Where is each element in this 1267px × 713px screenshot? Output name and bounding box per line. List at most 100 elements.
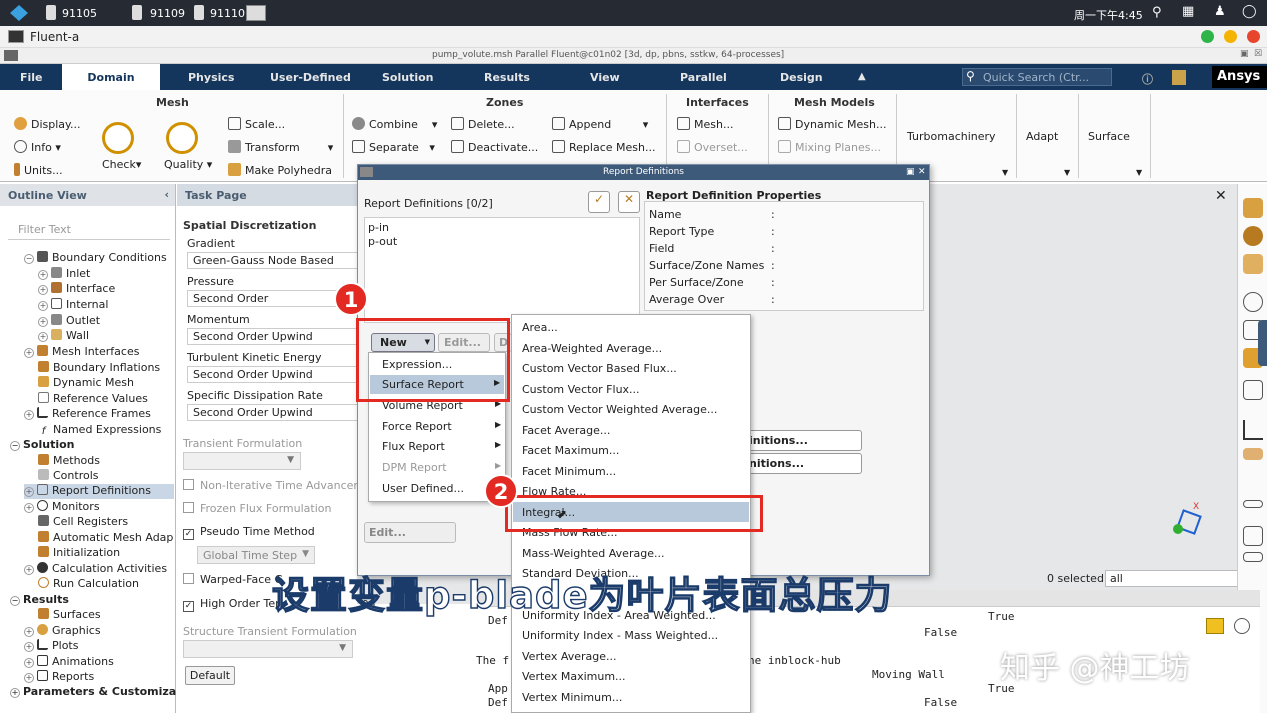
chat-icon[interactable]: ◯ xyxy=(1242,4,1257,19)
tree-item-controls[interactable]: Controls xyxy=(38,469,99,482)
default-button[interactable]: Default xyxy=(185,666,235,685)
expand-icon[interactable]: + xyxy=(10,688,20,698)
notes-icon[interactable] xyxy=(1172,70,1186,85)
help-icon[interactable]: ⓘ xyxy=(1142,71,1153,87)
ansys-taskbar-icon[interactable] xyxy=(246,5,266,21)
tree-item-run-calculation[interactable]: Run Calculation xyxy=(38,577,139,590)
tree-item-outlet[interactable]: + Outlet xyxy=(38,314,100,327)
transform-button[interactable]: Transform ▾ xyxy=(228,140,333,154)
tree-item-mesh-interfaces[interactable]: + Mesh Interfaces xyxy=(24,345,139,358)
menu-item-custom-vector-based-flux[interactable]: Custom Vector Based Flux... xyxy=(522,362,677,375)
expand-icon[interactable]: + xyxy=(24,627,34,637)
tree-item-calculation-activities[interactable]: + Calculation Activities xyxy=(24,562,167,575)
expand-icon[interactable]: + xyxy=(24,642,34,652)
copy-icon[interactable] xyxy=(1243,526,1263,546)
info-icon[interactable] xyxy=(1234,618,1250,634)
search-input[interactable]: Quick Search (Ctr... xyxy=(983,71,1089,84)
tab-design[interactable]: Design xyxy=(780,71,823,84)
person-icon[interactable]: ♟ xyxy=(1214,4,1226,19)
interfaces-mesh-button[interactable]: Mesh... xyxy=(677,117,733,131)
collapse-icon[interactable]: − xyxy=(10,441,20,451)
mixing-planes-button[interactable]: Mixing Planes... xyxy=(778,140,881,154)
menu-item-mass-weighted-average[interactable]: Mass-Weighted Average... xyxy=(522,547,664,560)
units-button[interactable]: Units... xyxy=(14,163,63,177)
files-definitions-button[interactable]: nitions... xyxy=(744,453,862,474)
structure-select[interactable]: ▼ xyxy=(183,640,353,658)
expand-icon[interactable]: + xyxy=(24,348,34,358)
view-fit-icon[interactable] xyxy=(1243,198,1263,218)
tree-item-monitors[interactable]: + Monitors xyxy=(24,500,100,513)
tree-item-results[interactable]: − Results xyxy=(10,593,69,606)
undo-view-icon[interactable] xyxy=(1243,380,1263,400)
dynamic-mesh-button[interactable]: Dynamic Mesh... xyxy=(778,117,886,131)
maximize-button[interactable] xyxy=(1224,30,1237,43)
tree-item-cell-registers[interactable]: Cell Registers xyxy=(38,515,128,528)
menu-item-flux-report[interactable]: Flux Report xyxy=(382,440,445,453)
menu-item-force-report[interactable]: Force Report xyxy=(382,420,452,433)
tree-item-boundary-conditions[interactable]: − Boundary Conditions xyxy=(24,251,167,264)
tree-item-plots[interactable]: + Plots xyxy=(24,639,78,652)
tab-user-defined[interactable]: User-Defined xyxy=(270,71,351,84)
expand-icon[interactable]: + xyxy=(24,673,34,683)
turbomachinery-dropdown-icon[interactable]: ▼ xyxy=(1002,168,1008,177)
minimize-button[interactable] xyxy=(1201,30,1214,43)
expand-icon[interactable]: + xyxy=(24,503,34,513)
warped-face-checkbox[interactable]: Warped-Face G xyxy=(183,573,283,586)
tree-item-initialization[interactable]: Initialization xyxy=(38,546,120,559)
overset-button[interactable]: Overset... xyxy=(677,140,748,154)
expand-icon[interactable]: + xyxy=(38,332,48,342)
task-item[interactable]: 91109 xyxy=(150,7,185,20)
separate-button[interactable]: Separate ▾ xyxy=(352,140,435,154)
plots-definitions-button[interactable]: initions... xyxy=(744,430,862,451)
tab-physics[interactable]: Physics xyxy=(188,71,234,84)
menu-item-uniformity-mass[interactable]: Uniformity Index - Mass Weighted... xyxy=(522,629,718,642)
select-all-icon[interactable]: ✓ xyxy=(588,191,610,213)
tree-item-reference-frames[interactable]: + Reference Frames xyxy=(24,407,151,420)
task-item[interactable]: 91110 xyxy=(210,7,245,20)
menu-item-facet-average[interactable]: Facet Average... xyxy=(522,424,610,437)
make-polyhedra-button[interactable]: Make Polyhedra xyxy=(228,163,332,177)
eye-icon[interactable] xyxy=(1243,292,1263,312)
zoom-icon[interactable] xyxy=(1243,254,1263,274)
tab-file[interactable]: File xyxy=(20,71,43,84)
axes-icon[interactable] xyxy=(1243,420,1263,440)
combine-button[interactable]: Combine ▾ xyxy=(352,117,437,131)
close-button[interactable] xyxy=(1247,30,1260,43)
info-button[interactable]: Info ▾ xyxy=(14,140,61,154)
task-item[interactable]: 91105 xyxy=(62,7,97,20)
tree-item-animations[interactable]: + Animations xyxy=(24,655,114,668)
expand-icon[interactable]: + xyxy=(24,487,34,497)
tree-item-wall[interactable]: + Wall xyxy=(38,329,89,342)
close-graphics-icon[interactable]: ✕ xyxy=(1215,188,1227,204)
tree-item-reference-values[interactable]: Reference Values xyxy=(38,392,148,405)
list-item[interactable]: p-out xyxy=(368,235,397,248)
delete-button[interactable]: Delete... xyxy=(451,117,515,131)
tree-item-dynamic-mesh[interactable]: Dynamic Mesh xyxy=(38,376,134,389)
expand-icon[interactable]: + xyxy=(38,301,48,311)
filter-input[interactable]: Filter Text xyxy=(8,220,170,240)
warning-icon[interactable] xyxy=(1206,618,1224,634)
collapse-icon[interactable]: − xyxy=(10,596,20,606)
surface-button[interactable]: Surface xyxy=(1088,130,1130,143)
list-item[interactable]: p-in xyxy=(368,221,389,234)
transient-select[interactable]: ▼ xyxy=(183,452,301,470)
adapt-dropdown-icon[interactable]: ▼ xyxy=(1064,168,1070,177)
collapse-icon[interactable]: − xyxy=(24,254,34,264)
pseudo-time-checkbox[interactable]: ✓ Pseudo Time Method xyxy=(183,525,315,540)
menu-item-vertex-maximum[interactable]: Vertex Maximum... xyxy=(522,670,626,683)
tree-item-methods[interactable]: Methods xyxy=(38,454,100,467)
tree-item-internal[interactable]: + Internal xyxy=(38,298,108,311)
tab-parallel[interactable]: Parallel xyxy=(680,71,727,84)
tab-results[interactable]: Results xyxy=(484,71,530,84)
menu-item-area[interactable]: Area... xyxy=(522,321,558,334)
tab-domain[interactable]: Domain xyxy=(62,64,160,90)
apps-grid-icon[interactable]: ▦ xyxy=(1182,4,1194,19)
check-icon[interactable] xyxy=(102,122,134,154)
dialog-maximize-icon[interactable]: ▣ xyxy=(906,165,915,180)
menu-item-vertex-minimum[interactable]: Vertex Minimum... xyxy=(522,691,622,704)
momentum-select[interactable]: Second Order Upwind xyxy=(187,328,359,345)
tree-item-named-expressions[interactable]: f Named Expressions xyxy=(38,423,162,437)
dialog-close-icon[interactable]: ✕ xyxy=(918,165,926,180)
scale-button[interactable]: Scale... xyxy=(228,117,285,131)
tree-item-surfaces[interactable]: Surfaces xyxy=(38,608,101,621)
